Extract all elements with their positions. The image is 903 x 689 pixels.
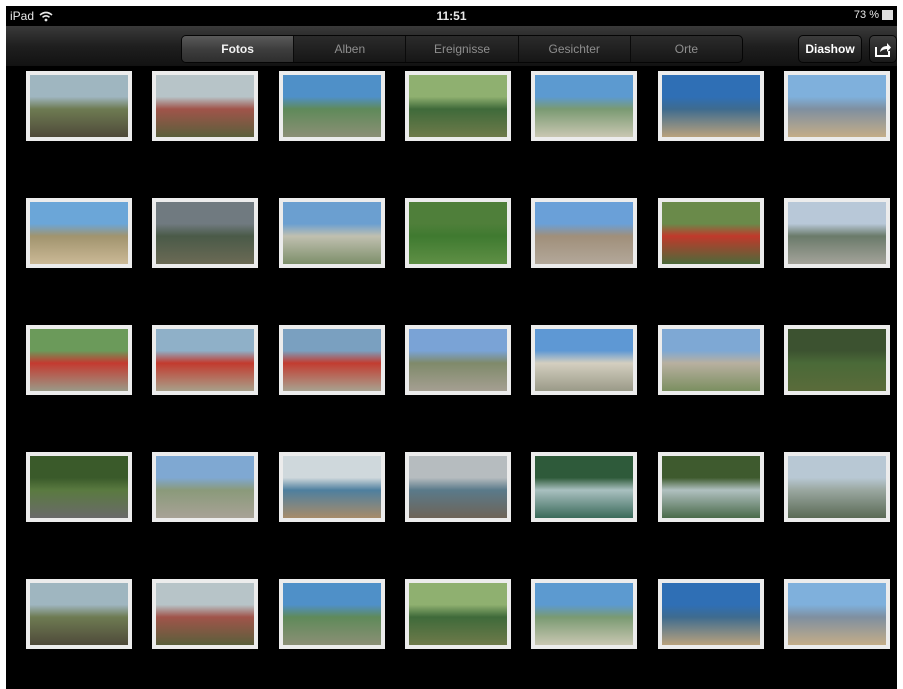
photo-image bbox=[30, 456, 128, 518]
status-bar: iPad 11:51 73 % bbox=[6, 6, 897, 26]
photo-image bbox=[788, 202, 886, 264]
photo-image bbox=[662, 583, 760, 645]
tab-ereignisse[interactable]: Ereignisse bbox=[406, 36, 519, 62]
photo-thumbnail[interactable] bbox=[26, 452, 132, 522]
photo-image bbox=[662, 75, 760, 137]
photo-image bbox=[662, 329, 760, 391]
photo-thumbnail[interactable] bbox=[279, 325, 385, 395]
photo-image bbox=[788, 329, 886, 391]
photo-image bbox=[30, 583, 128, 645]
photo-image bbox=[283, 456, 381, 518]
photo-image bbox=[156, 202, 254, 264]
photo-image bbox=[535, 329, 633, 391]
photo-thumbnail[interactable] bbox=[658, 71, 764, 141]
photo-image bbox=[535, 456, 633, 518]
photo-thumbnail[interactable] bbox=[405, 452, 511, 522]
photo-thumbnail[interactable] bbox=[531, 71, 637, 141]
photo-image bbox=[156, 583, 254, 645]
photo-image bbox=[156, 75, 254, 137]
photo-thumbnail[interactable] bbox=[26, 198, 132, 268]
photo-image bbox=[30, 329, 128, 391]
tab-fotos[interactable]: Fotos bbox=[182, 36, 295, 62]
photo-image bbox=[409, 456, 507, 518]
tab-alben[interactable]: Alben bbox=[294, 36, 407, 62]
photo-image bbox=[535, 75, 633, 137]
photo-thumbnail[interactable] bbox=[531, 579, 637, 649]
photo-thumbnail[interactable] bbox=[405, 71, 511, 141]
photo-thumbnail[interactable] bbox=[658, 325, 764, 395]
photo-thumbnail[interactable] bbox=[784, 71, 890, 141]
photo-image bbox=[283, 75, 381, 137]
photo-image bbox=[283, 202, 381, 264]
photo-image bbox=[662, 456, 760, 518]
photo-image bbox=[535, 202, 633, 264]
photo-thumbnail[interactable] bbox=[279, 579, 385, 649]
photo-image bbox=[662, 202, 760, 264]
tab-gesichter[interactable]: Gesichter bbox=[519, 36, 631, 62]
status-right: 73 % bbox=[854, 9, 893, 21]
status-time: 11:51 bbox=[436, 9, 467, 23]
photo-thumbnail[interactable] bbox=[405, 198, 511, 268]
photo-image bbox=[788, 75, 886, 137]
photo-thumbnail[interactable] bbox=[784, 198, 890, 268]
photo-thumbnail[interactable] bbox=[531, 452, 637, 522]
photo-thumbnail[interactable] bbox=[531, 198, 637, 268]
photo-thumbnail[interactable] bbox=[152, 198, 258, 268]
photo-image bbox=[788, 583, 886, 645]
slideshow-button[interactable]: Diashow bbox=[798, 35, 862, 63]
photo-image bbox=[156, 329, 254, 391]
ipad-screen: iPad 11:51 73 % Fotos Alben Ereignisse G… bbox=[6, 6, 897, 689]
photo-image bbox=[30, 75, 128, 137]
photo-image bbox=[283, 583, 381, 645]
tab-orte[interactable]: Orte bbox=[631, 36, 742, 62]
photo-image bbox=[409, 583, 507, 645]
photo-thumbnail[interactable] bbox=[658, 579, 764, 649]
photo-image bbox=[788, 456, 886, 518]
photo-thumbnail[interactable] bbox=[279, 452, 385, 522]
photo-image bbox=[156, 456, 254, 518]
share-icon bbox=[875, 43, 891, 57]
toolbar: Fotos Alben Ereignisse Gesichter Orte Di… bbox=[6, 26, 897, 67]
photo-thumbnail[interactable] bbox=[152, 71, 258, 141]
photo-thumbnail[interactable] bbox=[152, 452, 258, 522]
photo-thumbnail[interactable] bbox=[784, 452, 890, 522]
photo-image bbox=[409, 75, 507, 137]
photo-thumbnail[interactable] bbox=[784, 579, 890, 649]
photo-thumbnail[interactable] bbox=[26, 71, 132, 141]
photo-image bbox=[283, 329, 381, 391]
battery-icon bbox=[882, 10, 893, 20]
photo-thumbnail[interactable] bbox=[531, 325, 637, 395]
photo-thumbnail[interactable] bbox=[26, 579, 132, 649]
share-button[interactable] bbox=[869, 35, 897, 63]
photo-thumbnail[interactable] bbox=[405, 579, 511, 649]
photo-grid bbox=[6, 67, 897, 689]
photo-thumbnail[interactable] bbox=[279, 198, 385, 268]
photo-image bbox=[30, 202, 128, 264]
photo-image bbox=[535, 583, 633, 645]
photo-thumbnail[interactable] bbox=[279, 71, 385, 141]
photo-thumbnail[interactable] bbox=[658, 452, 764, 522]
photo-thumbnail[interactable] bbox=[658, 198, 764, 268]
photo-thumbnail[interactable] bbox=[152, 579, 258, 649]
battery-percent: 73 % bbox=[853, 9, 879, 21]
view-segmented-control: Fotos Alben Ereignisse Gesichter Orte bbox=[181, 35, 743, 63]
photo-thumbnail[interactable] bbox=[26, 325, 132, 395]
photo-thumbnail[interactable] bbox=[152, 325, 258, 395]
photo-thumbnail[interactable] bbox=[784, 325, 890, 395]
photo-image bbox=[409, 202, 507, 264]
photo-thumbnail[interactable] bbox=[405, 325, 511, 395]
photo-image bbox=[409, 329, 507, 391]
